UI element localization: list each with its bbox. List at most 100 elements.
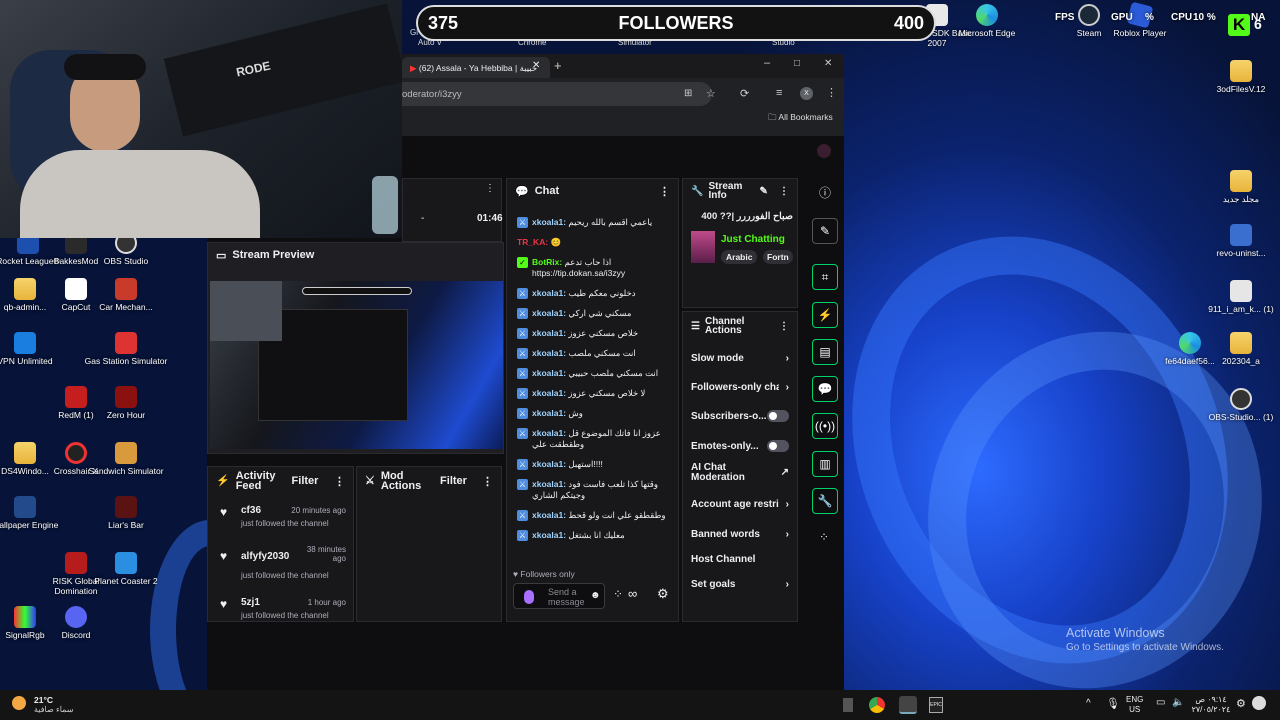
chat-username[interactable]: xkoala1: <box>532 308 566 318</box>
layout-button[interactable]: ▥ <box>812 451 838 477</box>
desktop-icon-vpn[interactable]: VPN Unlimited <box>0 332 67 366</box>
action-set-goals[interactable]: Set goals › <box>683 576 797 592</box>
tag-chip[interactable]: Arabic <box>721 250 758 264</box>
user-avatar[interactable] <box>817 144 831 158</box>
edit-pencil-icon[interactable]: ✎ <box>760 186 768 196</box>
tools-button[interactable]: 🔧 <box>812 488 838 514</box>
category-thumbnail[interactable] <box>691 231 715 263</box>
activity-item[interactable]: ♥ alfyfy2030 38 minutes ago just followe… <box>208 545 353 587</box>
chat-username[interactable]: xkoala1: <box>532 479 566 489</box>
network-icon[interactable]: ▭ <box>1156 697 1165 708</box>
translate-icon[interactable]: ⊞ <box>684 88 692 99</box>
desktop-icon-new-folder[interactable]: مجلد جديد <box>1199 170 1280 204</box>
desktop-icon-wallpaper-engine[interactable]: Wallpaper Engine <box>0 496 67 530</box>
emotes-toggle[interactable] <box>767 440 789 452</box>
stream-info-menu-icon[interactable]: ⋮ <box>779 186 789 196</box>
chat-username[interactable]: xkoala1: <box>532 368 566 378</box>
chrome-dev-icon[interactable] <box>899 696 917 714</box>
edit-layout-button[interactable]: ✎ <box>812 218 838 244</box>
action-banned-words[interactable]: Banned words › <box>683 526 797 542</box>
chat-username[interactable]: BotRix: <box>532 257 562 267</box>
close-tab-icon[interactable]: ✕ <box>532 60 540 71</box>
chat-username[interactable]: xkoala1: <box>532 348 566 358</box>
desktop-icon-discord[interactable]: Discord <box>34 606 118 640</box>
chat-username[interactable]: xkoala1: <box>532 328 566 338</box>
raid-button[interactable]: ⚡ <box>812 302 838 328</box>
chat-username[interactable]: xkoala1: <box>532 428 566 438</box>
chat-username[interactable]: xkoala1: <box>532 388 566 398</box>
desktop-icon-911[interactable]: 911_i_am_k... (1) <box>1199 280 1280 314</box>
clock[interactable]: ٠٩:١٤ ص ٢٧/٠٥/٢٠٢٤ <box>1190 695 1232 715</box>
activity-item[interactable]: ♥ 5zj1 1 hour ago just followed the chan… <box>208 587 353 629</box>
language-indicator[interactable]: ENG US <box>1126 695 1143 715</box>
extensions-icon[interactable]: ⟳ <box>740 87 749 100</box>
chat-popout-button[interactable]: 💬 <box>812 376 838 402</box>
chrome-icon[interactable] <box>869 697 885 713</box>
community-icon[interactable]: ⁘ <box>819 530 829 544</box>
menu-dots-icon[interactable]: ⋮ <box>826 86 837 99</box>
channel-actions-menu-icon[interactable]: ⋮ <box>779 321 789 331</box>
browser-tab[interactable]: ▶ (62) Assala - Ya Hebbiba | حبيبة <box>402 57 550 78</box>
chat-settings-icon[interactable]: ⚙ <box>657 586 669 602</box>
action-slow-mode[interactable]: Slow mode › <box>683 350 797 366</box>
chat-username[interactable]: xkoala1: <box>532 510 566 520</box>
profile-avatar[interactable]: X <box>800 87 813 100</box>
category-name[interactable]: Just Chatting <box>721 234 785 245</box>
volume-icon[interactable]: 🔈 <box>1172 697 1184 708</box>
action-ai-moderation[interactable]: AI Chat Moderation ↗ <box>683 462 797 484</box>
minimize-icon[interactable]: – <box>764 57 770 69</box>
chat-username[interactable]: xkoala1: <box>532 288 566 298</box>
chat-username[interactable]: TR_KA: <box>517 237 548 247</box>
mod-filter-button[interactable]: Filter <box>440 475 467 487</box>
action-emotes-only[interactable]: Emotes-only... <box>683 438 797 454</box>
desktop-icon-gas-station[interactable]: Gas Station Simulator <box>84 332 168 366</box>
tray-chevron-icon[interactable]: ^ <box>1086 698 1091 709</box>
desktop-icon-car-mechanic[interactable]: Car Mechan... <box>84 278 168 312</box>
bookmark-star-icon[interactable]: ☆ <box>706 87 716 100</box>
action-followers-only[interactable]: Followers-only cha › <box>683 379 797 395</box>
close-window-icon[interactable]: ✕ <box>824 58 832 69</box>
action-host-channel[interactable]: Host Channel <box>683 551 797 567</box>
desktop-icon-202304[interactable]: 202304_a <box>1199 332 1280 366</box>
desktop-icon-planet-coaster[interactable]: Planet Coaster 2 <box>84 552 168 586</box>
participants-icon[interactable]: ⁘ <box>613 587 623 601</box>
activity-item[interactable]: ♥ cf36 20 minutes ago just followed the … <box>208 503 353 545</box>
copilot-icon[interactable] <box>1252 696 1266 710</box>
maximize-icon[interactable]: □ <box>794 58 800 69</box>
desktop-icon-revo[interactable]: revo-uninst... <box>1199 224 1280 258</box>
stream-preview-video[interactable] <box>210 281 503 449</box>
chat-username[interactable]: xkoala1: <box>532 530 566 540</box>
weather-widget[interactable]: 21°C سماء صافية <box>6 692 96 718</box>
tag-chip[interactable]: Fortn <box>763 250 793 264</box>
desktop-icon-edge[interactable]: Microsoft Edge <box>948 4 1026 38</box>
clip-button[interactable]: ⌗ <box>812 264 838 290</box>
chat-menu-icon[interactable]: ⋮ <box>659 185 670 198</box>
chat-username[interactable]: xkoala1: <box>532 408 566 418</box>
mic-icon[interactable] <box>524 590 534 604</box>
action-account-age[interactable]: Account age restric › <box>683 496 797 512</box>
desktop-icon-zero-hour[interactable]: Zero Hour <box>84 386 168 420</box>
stats-menu-icon[interactable]: ⋮ <box>485 183 495 194</box>
activity-menu-icon[interactable]: ⋮ <box>334 475 345 488</box>
action-subscribers-only[interactable]: Subscribers-o... <box>683 408 797 424</box>
activity-filter-button[interactable]: Filter <box>292 475 319 487</box>
notes-button[interactable]: ▤ <box>812 339 838 365</box>
info-icon[interactable]: ⓘ <box>819 184 831 201</box>
chat-username[interactable]: xkoala1: <box>532 217 566 227</box>
emoji-icon[interactable]: ☻ <box>590 590 601 601</box>
mic-tray-icon[interactable]: 🎙 <box>1106 697 1120 710</box>
desktop-icon-liars-bar[interactable]: Liar's Bar <box>84 496 168 530</box>
settings-tray-icon[interactable]: ⚙ <box>1236 697 1246 710</box>
broadcast-button[interactable]: ((•)) <box>812 413 838 439</box>
desktop-icon-obs-zip[interactable]: OBS-Studio... (1) <box>1199 388 1280 422</box>
playlist-icon[interactable]: ≡ <box>776 87 782 99</box>
address-bar[interactable]: oderator/i3zyy ⊞ ☆ <box>402 82 716 106</box>
infinity-icon[interactable]: ∞ <box>628 586 637 601</box>
chat-username[interactable]: xkoala1: <box>532 459 566 469</box>
bookmarks-folder[interactable]: 🗀 All Bookmarks <box>768 112 833 126</box>
new-tab-icon[interactable]: + <box>554 58 562 73</box>
desktop-icon-3odfiles[interactable]: 3odFilesV.12 <box>1199 60 1280 94</box>
epic-games-icon[interactable]: EPIC <box>929 697 943 713</box>
chat-input[interactable]: Send a message ☻ <box>513 583 605 609</box>
subscribers-toggle[interactable] <box>767 410 789 422</box>
